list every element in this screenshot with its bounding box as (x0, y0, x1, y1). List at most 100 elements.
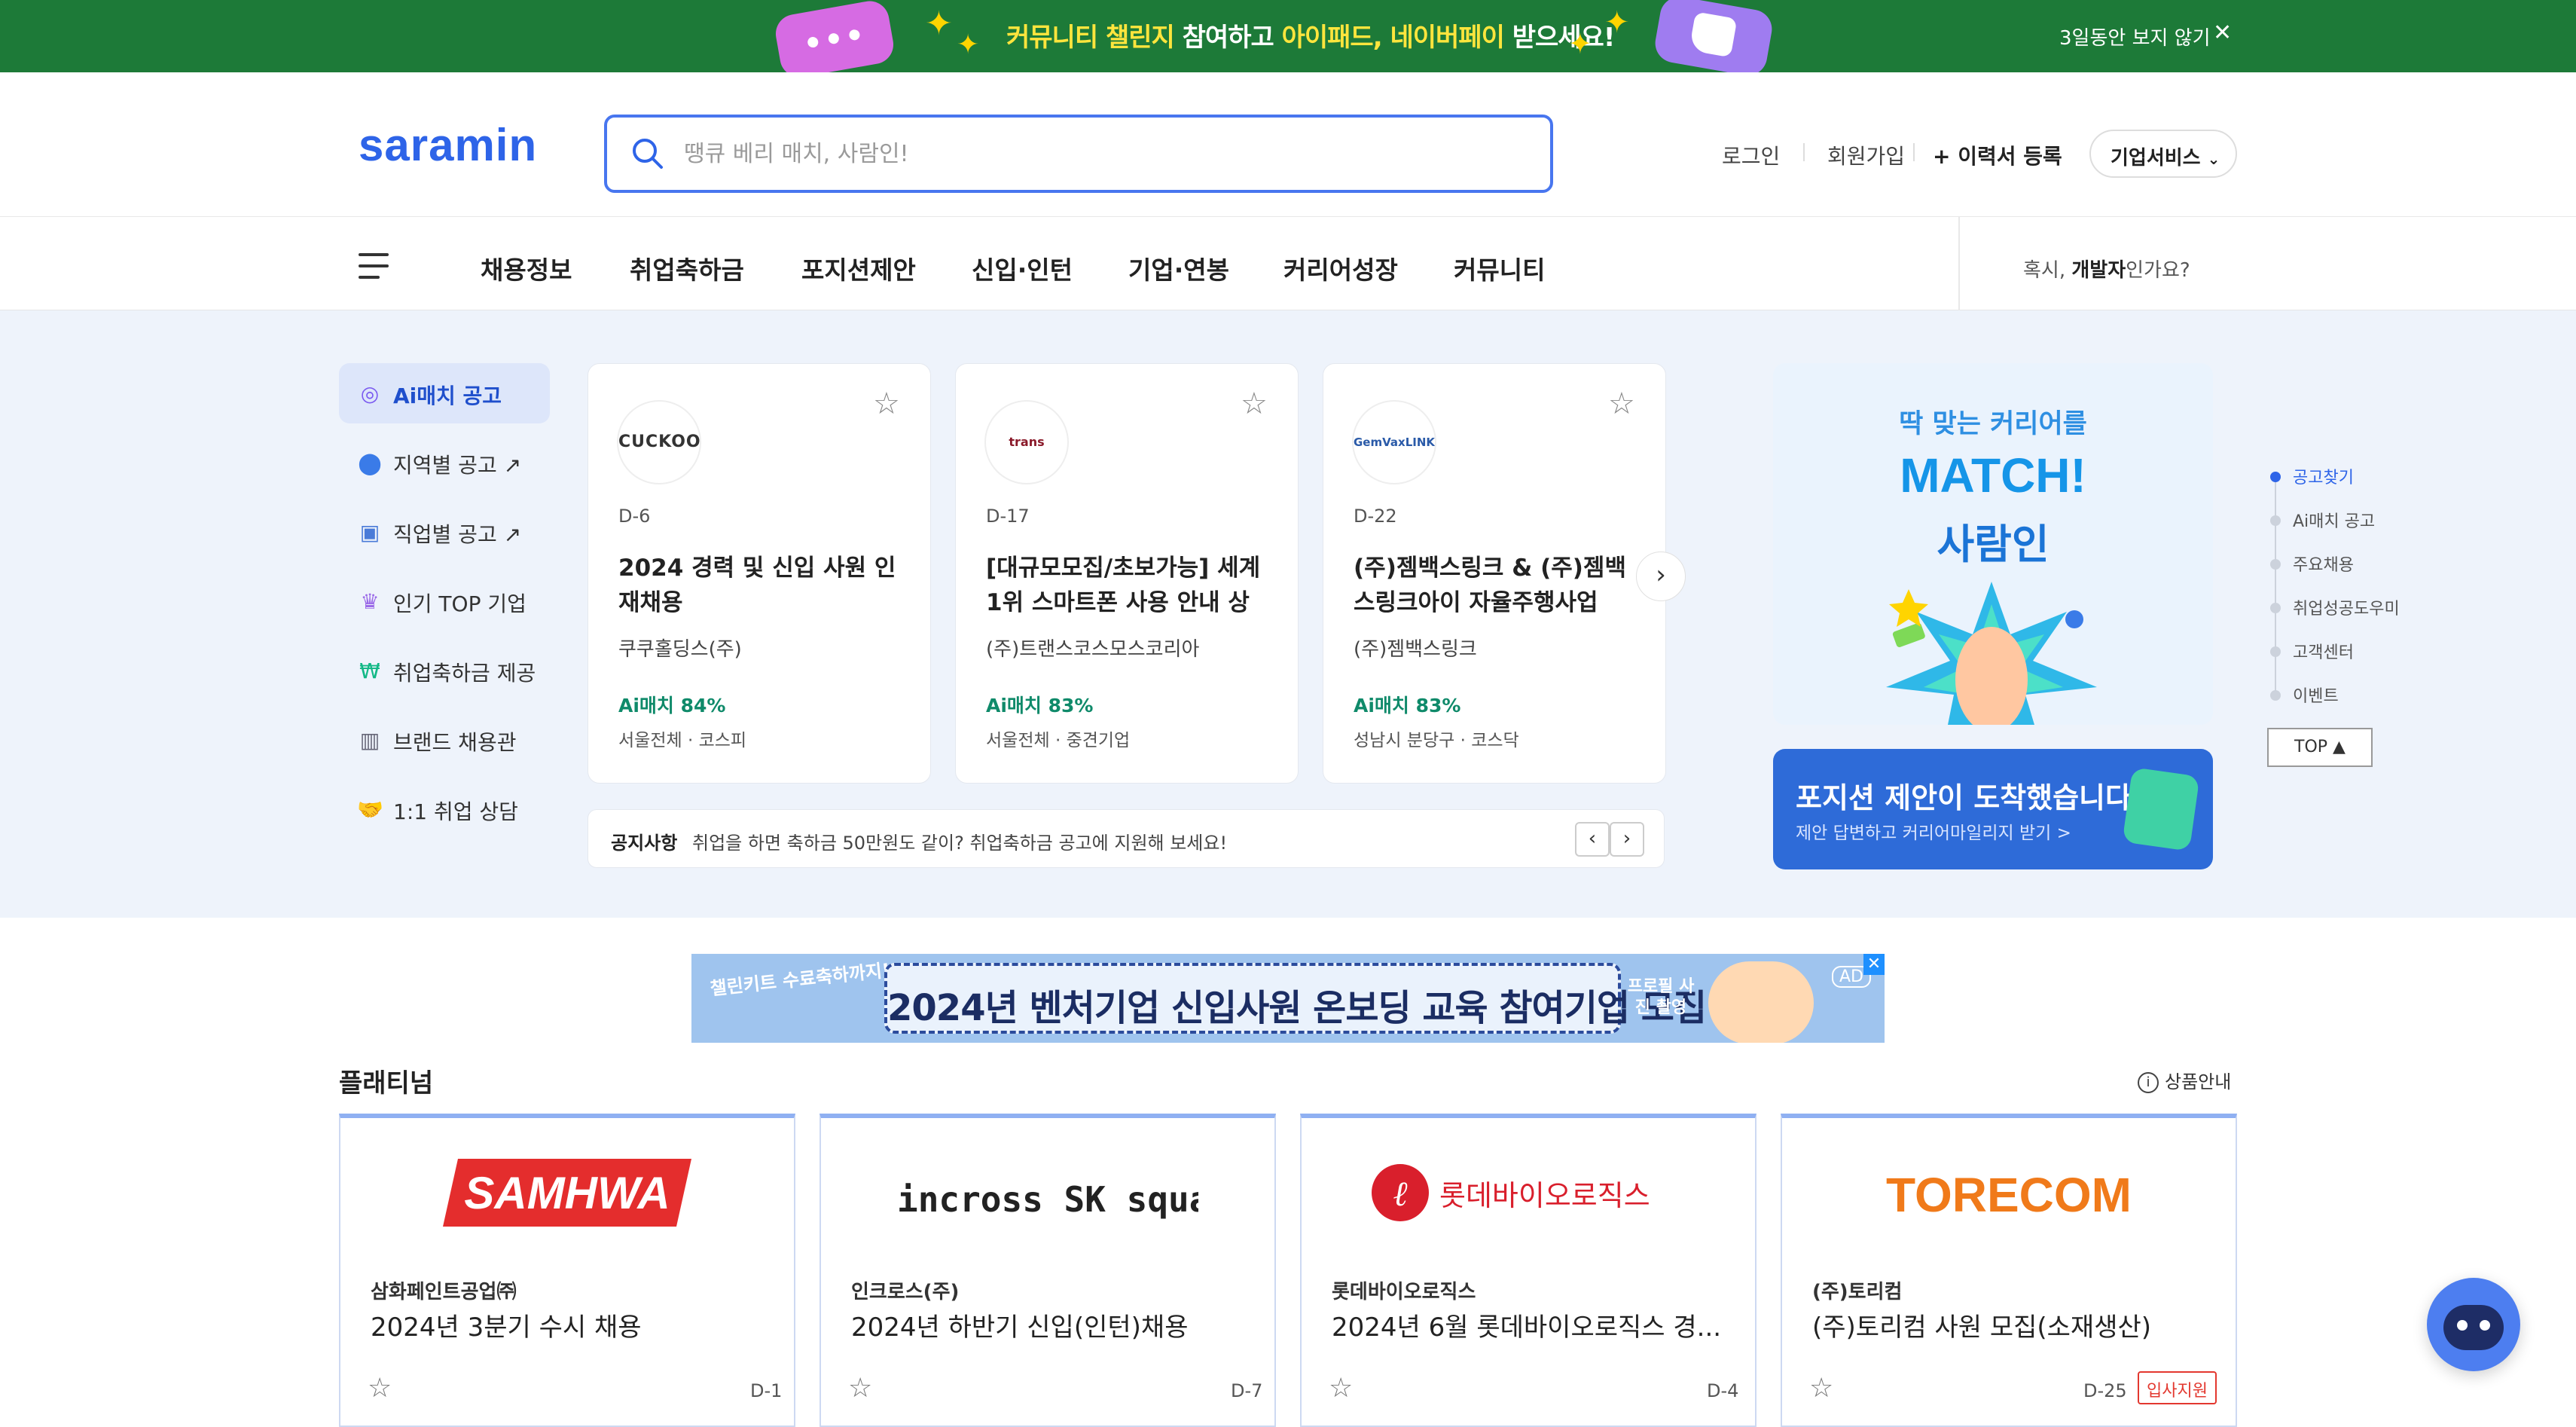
company-logo: trans cosmos (984, 400, 1069, 484)
position-banner-subtitle: 제안 답변하고 커리어마일리지 받기 > (1796, 824, 2071, 843)
position-offer-banner[interactable]: 포지션 제안이 도착했습니다 제안 답변하고 커리어마일리지 받기 > (1773, 749, 2213, 869)
ai-match-score: Ai매치 83% (986, 695, 1094, 717)
signup-link[interactable]: 회원가입 (1827, 140, 1905, 170)
sidebar-item-label: 취업축하금 제공 (393, 661, 536, 686)
sidebar-item-region[interactable]: ⬤ 지역별 공고 ↗ (339, 432, 550, 493)
search-icon[interactable] (630, 136, 664, 170)
platinum-card[interactable]: TORECOM (주)토리컴 (주)토리컴 사원 모집(소재생산) ☆ D-25… (1781, 1114, 2237, 1427)
star-icon[interactable]: ☆ (368, 1373, 392, 1404)
star-icon[interactable]: ☆ (873, 387, 900, 421)
company-name[interactable]: (주)토리컴 (1812, 1276, 1902, 1304)
nav-company-salary[interactable]: 기업·연봉 (1128, 250, 1229, 286)
job-title[interactable]: 2024 경력 및 신입 사원 인재채용 (618, 551, 905, 620)
company-name[interactable]: 롯데바이오로직스 (1332, 1276, 1476, 1304)
apply-badge[interactable]: 입사지원 (2138, 1371, 2217, 1404)
saramin-logo[interactable]: saramin (359, 119, 537, 171)
platinum-card[interactable]: ℓ 롯데바이오로직스 롯데바이오로직스 2024년 6월 롯데바이오로직스 경.… (1300, 1114, 1757, 1427)
ad-left-text: 챌린키트 수료축하까지! (709, 959, 892, 1000)
right-nav-item[interactable]: 이벤트 (2293, 683, 2339, 707)
ai-match-score: Ai매치 83% (1354, 695, 1461, 717)
d-day: D-7 (1231, 1380, 1263, 1401)
developer-link[interactable]: 혹시, 개발자인가요? (2023, 255, 2190, 283)
sidebar-item-bonus[interactable]: ₩ 취업축하금 제공 (339, 640, 550, 701)
star-icon[interactable]: ☆ (1241, 387, 1268, 421)
carousel-next-button[interactable]: › (1636, 552, 1686, 601)
menu-icon[interactable] (359, 253, 392, 279)
right-nav-item[interactable]: 주요채용 (2293, 552, 2354, 576)
right-nav-item[interactable]: 공고찾기 (2293, 464, 2354, 488)
job-card[interactable]: trans cosmos ☆ D-17 [대규모모집/초보가능] 세계1위 스마… (955, 363, 1299, 784)
star-icon[interactable]: ☆ (1329, 1373, 1353, 1404)
sidebar-item-ai-match[interactable]: ◎ Ai매치 공고 (339, 363, 550, 423)
nav-bonus[interactable]: 취업축하금 (630, 250, 744, 286)
company-logo: SAMHWA (340, 1151, 794, 1234)
chevron-down-icon: ⌄ (2207, 150, 2220, 168)
handshake-icon: 🤝 (357, 797, 383, 822)
notice-prev-button[interactable]: ‹ (1575, 822, 1610, 857)
login-link[interactable]: 로그인 (1722, 140, 1780, 170)
search-input[interactable] (682, 131, 1511, 176)
nav-jobs[interactable]: 채용정보 (481, 250, 572, 286)
nav-newcomer-intern[interactable]: 신입·인턴 (972, 250, 1073, 286)
job-card[interactable]: GemVaxLINK ☆ D-22 (주)젬백스링크 & (주)젬백스링크아이 … (1323, 363, 1666, 784)
star-icon[interactable]: ☆ (1608, 387, 1635, 421)
company-logo: GemVaxLINK (1352, 400, 1436, 484)
company-name[interactable]: 삼화페인트공업㈜ (371, 1276, 516, 1304)
right-nav-item[interactable]: Ai매치 공고 (2293, 508, 2375, 532)
right-nav-item[interactable]: 고객센터 (2293, 639, 2354, 663)
top-promo-banner[interactable]: ✦ ✦ 커뮤니티 챌린지 참여하고 아이패드, 네이버페이 받으세요! ✦ ✦ … (0, 0, 2576, 81)
company-logo: TORECOM (1782, 1151, 2236, 1234)
job-title[interactable]: 2024년 6월 롯데바이오로직스 경... (1332, 1306, 1731, 1343)
register-resume-link[interactable]: + 이력서 등록 (1933, 140, 2062, 170)
job-meta: 서울전체 · 코스피 (618, 731, 747, 750)
star-icon[interactable]: ☆ (1809, 1373, 1833, 1404)
chatbot-button[interactable] (2427, 1278, 2520, 1371)
match-banner[interactable]: 딱 맞는 커리어를 MATCH! 사람인 (1773, 363, 2213, 725)
right-nav-item[interactable]: 취업성공도우미 (2293, 595, 2400, 619)
promo-highlight: 커뮤니티 챌린지 (1006, 23, 1175, 53)
logo-text: incross SK square (897, 1179, 1198, 1220)
company-logo: ℓ 롯데바이오로직스 (1302, 1151, 1755, 1234)
company-name[interactable]: (주)젬백스링크 (1354, 634, 1477, 662)
promo-message[interactable]: 커뮤니티 챌린지 참여하고 아이패드, 네이버페이 받으세요! (1006, 17, 1615, 53)
won-coin-icon: ₩ (359, 658, 380, 683)
job-card[interactable]: CUCKOO ☆ D-6 2024 경력 및 신입 사원 인재채용 쿠쿠홀딩스(… (588, 363, 931, 784)
job-title[interactable]: [대규모모집/초보가능] 세계1위 스마트폰 사용 안내 상담... (986, 551, 1272, 620)
sidebar-item-consult[interactable]: 🤝 1:1 취업 상담 (339, 779, 550, 839)
star-icon[interactable]: ☆ (848, 1373, 872, 1404)
svg-text:ℓ: ℓ (1393, 1175, 1408, 1213)
company-name[interactable]: 인크로스(주) (851, 1276, 959, 1304)
corp-service-button[interactable]: 기업서비스 ⌄ (2089, 130, 2237, 178)
close-icon[interactable]: ✕ (2213, 20, 2232, 46)
hide-3days-button[interactable]: 3일동안 보지 않기 (2059, 23, 2211, 50)
d-day: D-6 (618, 506, 651, 527)
company-name[interactable]: 쿠쿠홀딩스(주) (618, 634, 742, 662)
job-title[interactable]: 2024년 3분기 수시 채용 (371, 1306, 770, 1343)
sidebar-item-job-type[interactable]: ▣ 직업별 공고 ↗ (339, 502, 550, 562)
close-icon[interactable]: ✕ (1863, 954, 1885, 975)
nav-community[interactable]: 커뮤니티 (1454, 250, 1545, 286)
platinum-card[interactable]: SAMHWA 삼화페인트공업㈜ 2024년 3분기 수시 채용 ☆ D-1 (339, 1114, 795, 1427)
nav-position-offer[interactable]: 포지션제안 (801, 250, 916, 286)
scroll-top-button[interactable]: TOP ▲ (2267, 728, 2373, 767)
job-title[interactable]: 2024년 하반기 신입(인턴)채용 (851, 1306, 1250, 1343)
sidebar-item-brand[interactable]: ▥ 브랜드 채용관 (339, 710, 550, 770)
job-meta: 성남시 분당구 · 코스닥 (1354, 731, 1519, 750)
sidebar-item-label: 1:1 취업 상담 (393, 799, 518, 824)
nav-dot (2270, 646, 2281, 657)
platinum-card[interactable]: incross SK square 인크로스(주) 2024년 하반기 신입(인… (819, 1114, 1276, 1427)
search-box[interactable] (604, 115, 1553, 193)
company-name[interactable]: (주)트랜스코스모스코리아 (986, 634, 1199, 662)
sidebar-item-top-company[interactable]: ♛ 인기 TOP 기업 (339, 571, 550, 631)
job-title[interactable]: (주)토리컴 사원 모집(소재생산) (1812, 1306, 2211, 1343)
product-info-link[interactable]: i 상품안내 (2138, 1067, 2231, 1093)
notice-label: 공지사항 (611, 833, 678, 854)
nav-dot (2270, 515, 2281, 526)
notice-text[interactable]: 취업을 하면 축하금 50만원도 같이? 취업축하금 공고에 지원해 보세요! (692, 828, 1227, 854)
job-title[interactable]: (주)젬백스링크 & (주)젬백스링크아이 자율주행사업부,IT... (1354, 551, 1640, 620)
ad-banner[interactable]: 챌린키트 수료축하까지! 2024년 벤처기업 신입사원 온보딩 교육 참여기업… (691, 954, 1885, 1043)
notice-next-button[interactable]: › (1610, 822, 1644, 857)
robot-icon (2443, 1305, 2504, 1350)
ad-right-text: 프로필 사진 촬영 (1627, 977, 1695, 1017)
nav-career-growth[interactable]: 커리어성장 (1283, 250, 1398, 286)
